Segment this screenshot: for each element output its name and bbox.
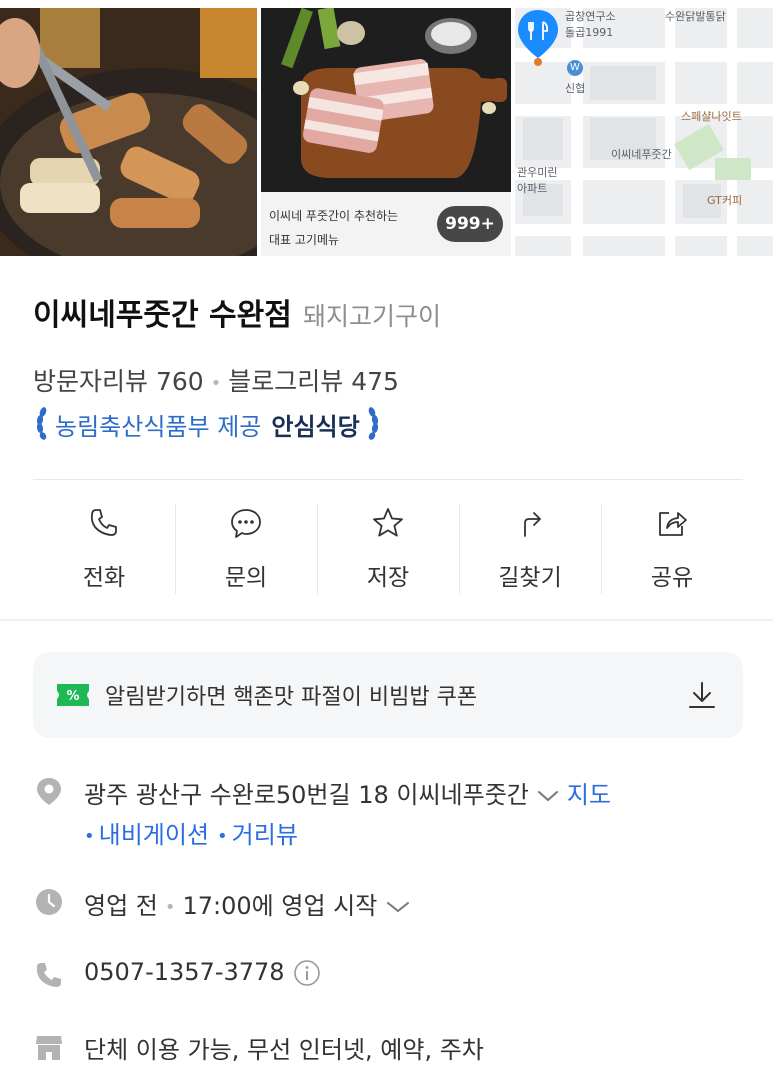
divider (33, 479, 743, 480)
coupon-badge-text: % (66, 689, 79, 704)
map-label: 신협 (565, 82, 586, 95)
map-pin-icon (518, 10, 558, 66)
map-label: 수완닭발통닭 (665, 10, 726, 23)
map-label: 아파트 (517, 182, 548, 195)
map-label: 관우미린 (517, 166, 558, 179)
map-thumbnail[interactable]: 곱창연구소 돌곱1991 수완닭발통닭 W 신협 스페샬나잇트 이씨네푸줏간 G… (515, 8, 773, 256)
laurel-right-icon (368, 407, 378, 440)
share-label: 공유 (650, 565, 694, 591)
place-name: 이씨네푸줏간 수완점 (33, 298, 292, 333)
separator-dot: • (210, 372, 222, 394)
action-bar: 전화 문의 저장 길찾기 공유 (33, 500, 743, 596)
title-row: 이씨네푸줏간 수완점 돼지고기구이 (33, 290, 441, 334)
visitor-reviews-link[interactable]: 방문자리뷰 760 (33, 367, 204, 396)
street-view-link[interactable]: 거리뷰 (232, 821, 298, 849)
photo-caption: 이씨네 푸줏간이 추천하는 대표 고기메뉴 999+ (261, 192, 511, 256)
photo-strip: 이씨네 푸줏간이 추천하는 대표 고기메뉴 999+ 곱창연구소 돌곱1991 … (0, 8, 773, 256)
blog-reviews-link[interactable]: 블로그리뷰 475 (228, 367, 399, 396)
cert-name: 안심식당 (271, 412, 360, 441)
map-label: 이씨네푸줏간 (611, 148, 672, 161)
save-button[interactable]: 저장 (317, 500, 459, 596)
amenities-row: 단체 이용 가능, 무선 인터넷, 예약, 주차 (84, 1030, 484, 1065)
hours-status: 영업 전 (84, 892, 158, 920)
phone-icon (90, 509, 117, 536)
caption-line-2: 대표 고기메뉴 (269, 233, 340, 247)
address-row: 광주 광산구 수완로50번길 18 이씨네푸줏간 지도 (84, 775, 611, 810)
map-label: 돌곱1991 (565, 26, 614, 39)
amenities-text: 단체 이용 가능, 무선 인터넷, 예약, 주차 (84, 1036, 484, 1064)
map-label: 곱창연구소 (565, 10, 616, 23)
phone-number[interactable]: 0507-1357-3778 (84, 958, 285, 986)
safe-restaurant-badge[interactable]: 농림축산식품부 제공 안심식당 (33, 404, 382, 444)
coupon-icon: % (57, 684, 89, 706)
review-row: 방문자리뷰 760 • 블로그리뷰 475 (33, 362, 399, 398)
grilled-pork-image (0, 8, 257, 256)
directions-label: 길찾기 (498, 565, 562, 591)
map-link[interactable]: 지도 (567, 781, 611, 809)
chevron-down-icon[interactable] (385, 900, 411, 914)
navigation-link[interactable]: 내비게이션 (99, 821, 209, 849)
share-button[interactable]: 공유 (601, 500, 743, 596)
chevron-down-icon[interactable] (537, 789, 559, 803)
caption-line-1: 이씨네 푸줏간이 추천하는 (269, 209, 399, 223)
inquiry-button[interactable]: 문의 (175, 500, 317, 596)
address-text: 광주 광산구 수완로50번길 18 이씨네푸줏간 (84, 781, 529, 809)
coupon-banner[interactable]: % 알림받기하면 핵존맛 파절이 비빔밥 쿠폰 (33, 652, 743, 738)
separator-dot: • (164, 896, 176, 918)
hours-detail: 17:00에 영업 시작 (182, 892, 378, 920)
address-links-row: • 내비게이션 • 거리뷰 (84, 815, 298, 850)
store-icon (36, 1036, 62, 1060)
photo-count-badge[interactable]: 999+ (437, 206, 503, 242)
save-label: 저장 (366, 565, 410, 591)
photo-menu[interactable]: 이씨네 푸줏간이 추천하는 대표 고기메뉴 999+ (261, 8, 511, 256)
section-divider (0, 619, 773, 621)
directions-button[interactable]: 길찾기 (459, 500, 601, 596)
call-label: 전화 (82, 565, 126, 591)
call-button[interactable]: 전화 (33, 500, 175, 596)
phone-row[interactable]: 0507-1357-3778 (84, 958, 321, 987)
clock-icon (36, 889, 62, 915)
phone-icon (36, 963, 61, 987)
coupon-text: 알림받기하면 핵존맛 파절이 비빔밥 쿠폰 (105, 685, 478, 710)
directions-icon (524, 512, 541, 537)
chat-icon (231, 509, 261, 538)
star-icon (373, 508, 403, 537)
bank-icon: W (567, 60, 583, 76)
map-label: 스페샬나잇트 (681, 110, 742, 123)
download-icon[interactable] (687, 681, 717, 709)
place-category: 돼지고기구이 (302, 302, 441, 331)
caption-text: 이씨네 푸줏간이 추천하는 대표 고기메뉴 (269, 204, 434, 252)
laurel-left-icon (36, 407, 47, 440)
share-icon (659, 512, 687, 536)
cert-provider: 농림축산식품부 제공 (55, 412, 262, 441)
photo-grilled-pork[interactable] (0, 8, 257, 256)
separator-dot: • (84, 825, 95, 847)
hours-row[interactable]: 영업 전 • 17:00에 영업 시작 (84, 886, 419, 921)
info-icon[interactable] (293, 959, 321, 987)
separator-dot: • (217, 825, 228, 847)
location-pin-icon (37, 778, 61, 805)
map-label: GT커피 (707, 194, 743, 207)
inquiry-label: 문의 (224, 565, 268, 591)
